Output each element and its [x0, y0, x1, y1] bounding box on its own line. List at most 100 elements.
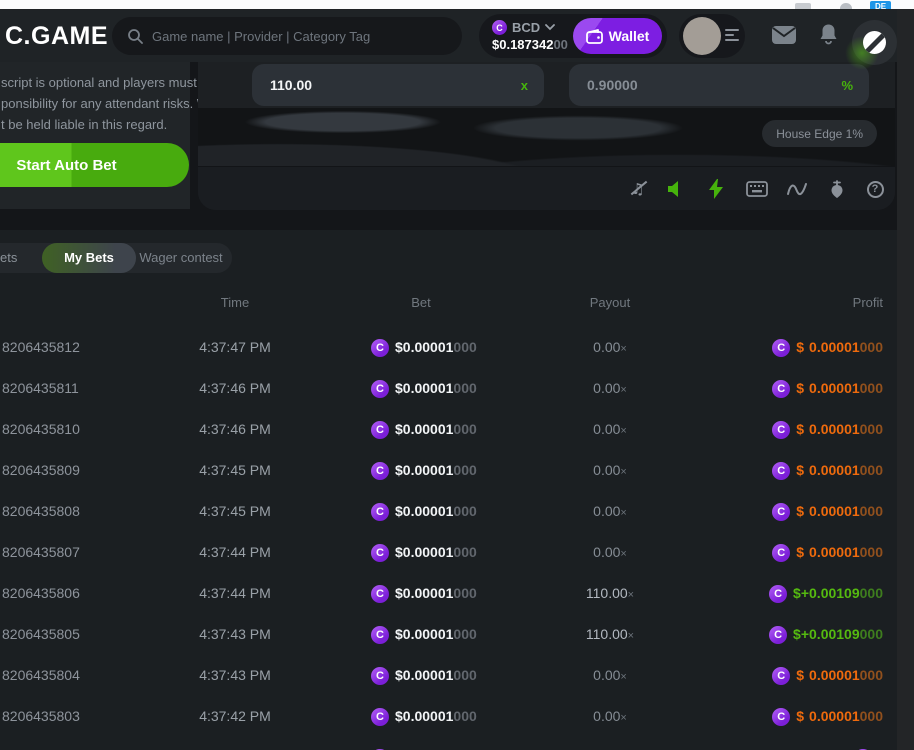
tab-my-bets[interactable]: My Bets — [42, 243, 136, 273]
bcd-coin-icon — [772, 544, 790, 562]
autobet-sidebar: script is optional and players must take… — [0, 62, 190, 209]
bcd-coin-icon — [371, 544, 389, 562]
table-row[interactable]: 8206435807 4:37:44 PM $0.00001000 0.00× … — [0, 532, 914, 573]
wallet-button[interactable]: Wallet — [573, 18, 662, 54]
bet-profit: $0.00001000 — [772, 655, 883, 696]
bet-id[interactable]: 8206435804 — [2, 655, 80, 696]
multiplier-x: × — [620, 712, 626, 724]
currency-code: BCD — [512, 20, 540, 35]
bet-profit: $0.00001000 — [772, 491, 883, 532]
table-row[interactable]: 8206435811 4:37:46 PM $0.00001000 0.00× … — [0, 368, 914, 409]
live-stats-icon[interactable] — [784, 176, 810, 202]
bet-time: 4:37:46 PM — [190, 368, 280, 409]
table-row[interactable]: 8206435804 4:37:43 PM $0.00001000 0.00× … — [0, 655, 914, 696]
translate-extension-badge[interactable]: DE — [870, 1, 891, 9]
bet-id[interactable]: 8206435807 — [2, 532, 80, 573]
search-icon — [127, 28, 143, 44]
profit-trailing-zeros: 000 — [860, 380, 883, 396]
profit-trailing-zeros: 000 — [860, 626, 883, 642]
help-icon[interactable] — [862, 176, 888, 202]
bcd-coin-icon — [371, 380, 389, 398]
bcd-coin-icon — [772, 503, 790, 521]
turbo-icon[interactable] — [703, 176, 729, 202]
payout-input-group: x — [252, 64, 544, 106]
bet-id[interactable]: 8206435810 — [2, 409, 80, 450]
profit-trailing-zeros: 000 — [860, 462, 883, 478]
bet-id[interactable]: 8206435803 — [2, 696, 80, 737]
bet-profit: $0.00001000 — [772, 368, 883, 409]
bet-amount: $0.00001000 — [371, 368, 477, 409]
bet-payout: 0.00× — [560, 696, 660, 739]
bet-amount: $0.00001000 — [371, 409, 477, 450]
bet-trailing-zeros: 000 — [453, 585, 476, 601]
bet-id[interactable]: 8206435805 — [2, 614, 80, 655]
bet-id[interactable]: 8206435809 — [2, 450, 80, 491]
bet-payout: 0.00× — [560, 450, 660, 493]
bet-profit: $+0.00109000 — [769, 614, 883, 655]
sound-icon[interactable] — [663, 176, 689, 202]
start-auto-bet-button[interactable]: Start Auto Bet — [0, 143, 189, 187]
bet-time: 4:37:47 PM — [190, 327, 280, 368]
wallet-icon — [586, 29, 603, 44]
profile-group[interactable] — [679, 14, 745, 58]
search-input[interactable] — [152, 29, 432, 44]
table-row[interactable] — [0, 737, 914, 750]
bet-payout: 0.00× — [560, 368, 660, 411]
table-row[interactable]: 8206435808 4:37:45 PM $0.00001000 0.00× … — [0, 491, 914, 532]
multiplier-x: × — [620, 671, 626, 683]
bets-table-body: 8206435812 4:37:47 PM $0.00001000 0.00× … — [0, 327, 914, 750]
user-avatar[interactable] — [683, 17, 721, 55]
bet-amount: $0.00001000 — [371, 327, 477, 368]
table-row[interactable]: 8206435803 4:37:42 PM $0.00001000 0.00× … — [0, 696, 914, 737]
seed-icon[interactable] — [824, 176, 850, 202]
bet-id[interactable]: 8206435806 — [2, 573, 80, 614]
bet-trailing-zeros: 000 — [453, 544, 476, 560]
bet-id[interactable]: 8206435812 — [2, 327, 80, 368]
bet-trailing-zeros: 000 — [453, 462, 476, 478]
table-row[interactable]: 8206435809 4:37:45 PM $0.00001000 0.00× … — [0, 450, 914, 491]
payout-input[interactable] — [252, 77, 486, 93]
tab-wager-contest[interactable]: Wager contest — [135, 243, 227, 273]
bet-time: 4:37:43 PM — [190, 655, 280, 696]
multiplier-x: × — [628, 630, 634, 642]
multiplier-x: × — [620, 343, 626, 355]
scrollbar[interactable] — [897, 9, 914, 750]
currency-selector[interactable]: BCD — [492, 20, 555, 35]
table-row[interactable]: 8206435806 4:37:44 PM $0.00001000 110.00… — [0, 573, 914, 614]
chat-off-icon — [863, 31, 886, 54]
site-logo[interactable]: C.GAME — [5, 22, 108, 51]
browser-chrome-strip: DE — [0, 0, 914, 9]
messages-icon[interactable] — [771, 25, 797, 45]
bcd-coin-icon — [371, 421, 389, 439]
column-header-profit: Profit — [853, 295, 883, 310]
table-row[interactable]: 8206435810 4:37:46 PM $0.00001000 0.00× … — [0, 409, 914, 450]
support-chat-button[interactable] — [852, 20, 897, 65]
bet-id[interactable]: 8206435811 — [2, 368, 79, 409]
bet-time: 4:37:45 PM — [190, 491, 280, 532]
search-bar[interactable] — [112, 17, 462, 55]
bet-trailing-zeros: 000 — [453, 421, 476, 437]
table-row[interactable]: 8206435812 4:37:47 PM $0.00001000 0.00× … — [0, 327, 914, 368]
bet-profit: $0.00001000 — [772, 532, 883, 573]
win-chance-input[interactable] — [569, 77, 809, 93]
notifications-bell-icon[interactable] — [819, 23, 838, 45]
multiplier-x: × — [620, 507, 626, 519]
browser-extension-icon[interactable] — [840, 3, 852, 9]
profit-trailing-zeros: 000 — [860, 339, 883, 355]
profit-trailing-zeros: 000 — [860, 503, 883, 519]
bet-id[interactable]: 8206435808 — [2, 491, 80, 532]
tab-all-bets[interactable]: ets — [0, 243, 17, 273]
balance-dim-digits: 00 — [553, 37, 567, 52]
bet-trailing-zeros: 000 — [453, 667, 476, 683]
autobet-disclaimer: script is optional and players must take… — [1, 72, 225, 135]
win-chance-input-group: % — [569, 64, 869, 106]
table-row[interactable]: 8206435805 4:37:43 PM $0.00001000 110.00… — [0, 614, 914, 655]
bets-section: ets My Bets Wager contest Time Bet Payou… — [0, 230, 914, 750]
profile-menu-icon[interactable] — [725, 29, 739, 44]
browser-extension-icon[interactable] — [795, 3, 811, 9]
hotkeys-icon[interactable] — [744, 176, 770, 202]
multiplier-x: × — [620, 548, 626, 560]
bcd-coin-icon — [371, 667, 389, 685]
bet-trailing-zeros: 000 — [453, 503, 476, 519]
music-off-icon[interactable] — [625, 176, 651, 202]
